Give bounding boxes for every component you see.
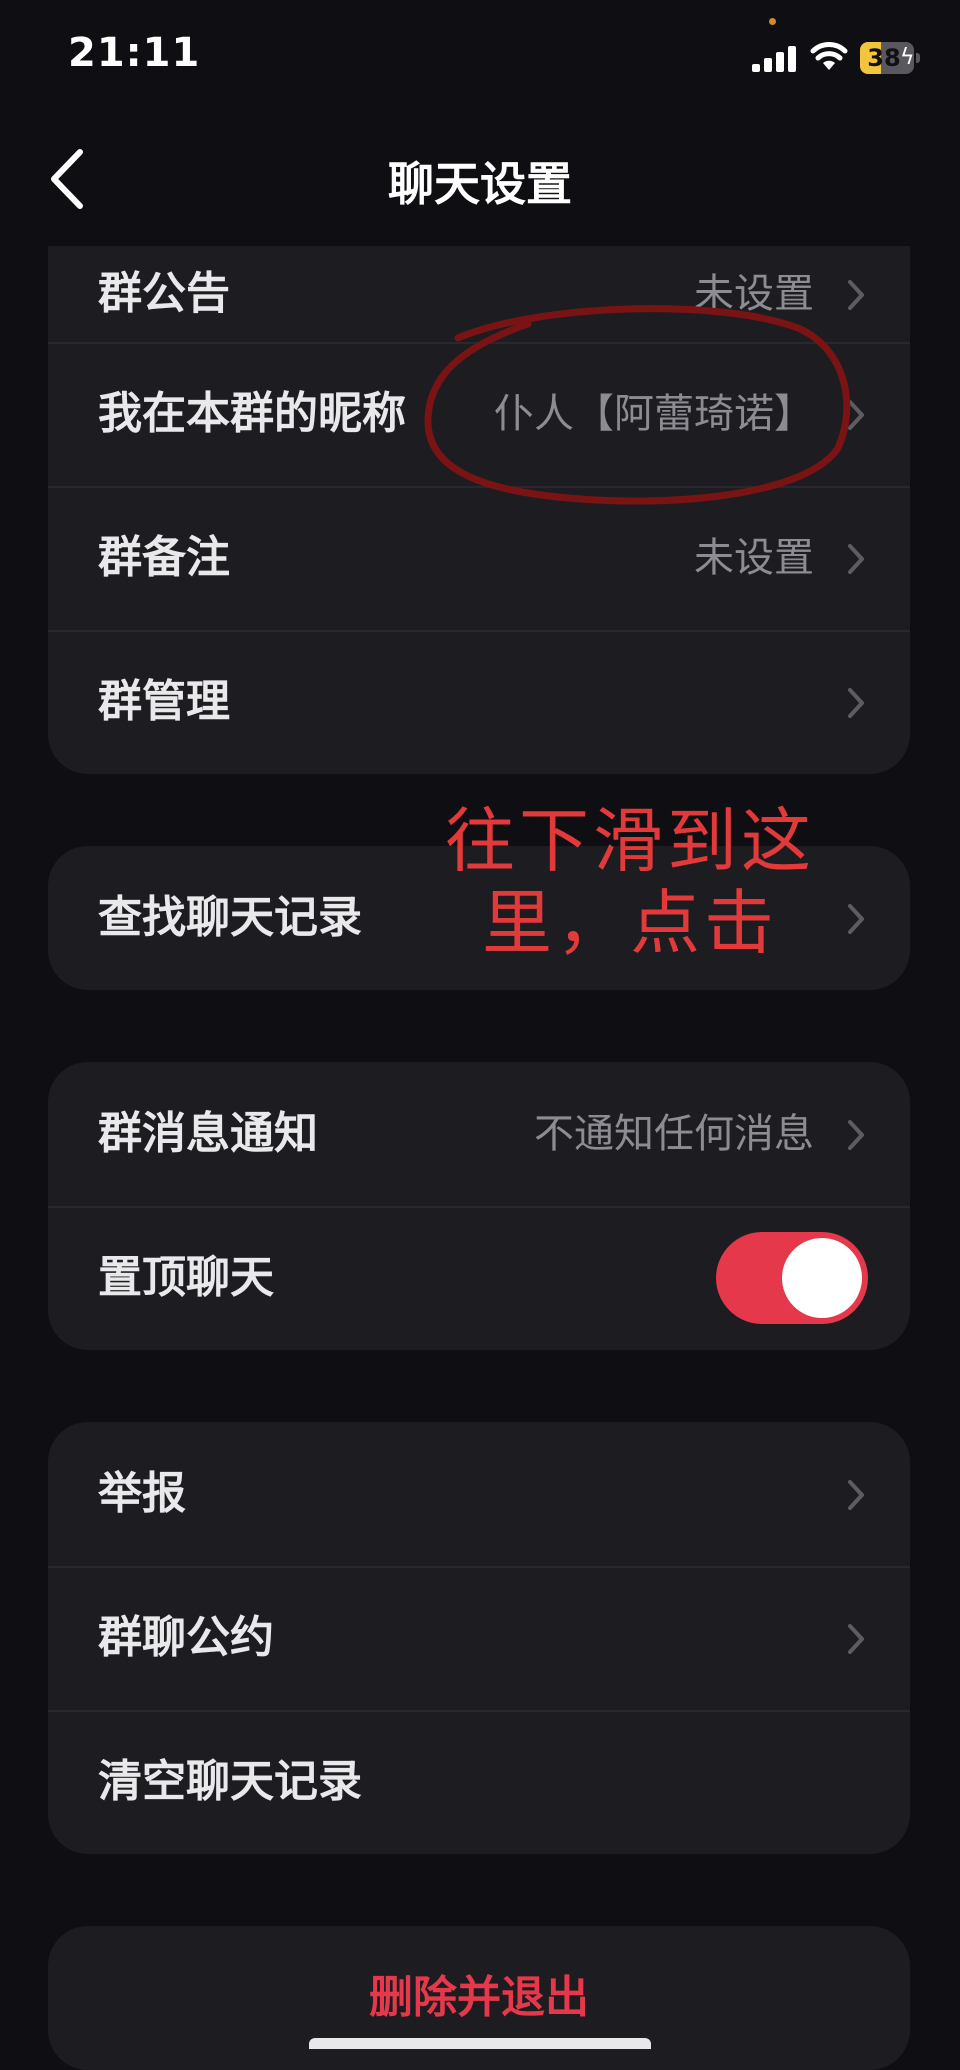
row-label: 我在本群的昵称 <box>98 388 406 439</box>
pin-chat-toggle[interactable] <box>716 1232 868 1324</box>
home-indicator <box>309 2038 651 2049</box>
status-bar: 21:11 38 ϟ <box>0 0 960 110</box>
group-remark-row[interactable]: 群备注 未设置 <box>48 486 910 630</box>
chevron-right-icon <box>848 1624 864 1654</box>
group-convention-row[interactable]: 群聊公约 <box>48 1566 910 1710</box>
group-message-notification-row[interactable]: 群消息通知 不通知任何消息 <box>48 1062 910 1206</box>
row-label: 置顶聊天 <box>98 1252 274 1303</box>
page-title: 聊天设置 <box>388 157 572 211</box>
chevron-right-icon <box>848 1120 864 1150</box>
cellular-signal-icon <box>752 46 796 72</box>
privacy-indicator-icon <box>769 18 776 25</box>
annotation-line-2: 里，点击 <box>482 882 778 964</box>
group-info-card: 群公告 未设置 我在本群的昵称 仆人【阿蕾琦诺】 群备注 未设置 群管理 <box>48 246 910 774</box>
toggle-knob <box>782 1238 862 1318</box>
group-management-row[interactable]: 群管理 <box>48 630 910 774</box>
my-group-nickname-row[interactable]: 我在本群的昵称 仆人【阿蕾琦诺】 <box>48 342 910 486</box>
row-label: 清空聊天记录 <box>98 1756 362 1807</box>
row-label: 群公告 <box>98 268 230 319</box>
row-value: 不通知任何消息 <box>534 1111 814 1157</box>
status-time: 21:11 <box>68 30 201 76</box>
annotation-line-1: 往下滑到这 <box>445 800 815 882</box>
row-label: 群备注 <box>98 532 230 583</box>
annotation-instruction: 往下滑到这 里，点击 <box>440 800 820 964</box>
notification-card: 群消息通知 不通知任何消息 置顶聊天 <box>48 1062 910 1350</box>
clear-chat-history-row[interactable]: 清空聊天记录 <box>48 1710 910 1854</box>
row-label: 举报 <box>98 1468 186 1519</box>
row-label: 群管理 <box>98 676 230 727</box>
group-announcement-row[interactable]: 群公告 未设置 <box>48 246 910 342</box>
battery-icon: 38 ϟ <box>860 42 924 74</box>
chevron-right-icon <box>848 544 864 574</box>
report-card: 举报 群聊公约 清空聊天记录 <box>48 1422 910 1854</box>
pin-chat-row: 置顶聊天 <box>48 1206 910 1350</box>
report-row[interactable]: 举报 <box>48 1422 910 1566</box>
row-value: 仆人【阿蕾琦诺】 <box>494 391 814 437</box>
row-label: 查找聊天记录 <box>98 892 362 943</box>
chevron-right-icon <box>848 280 864 310</box>
row-label: 群消息通知 <box>98 1108 318 1159</box>
chevron-right-icon <box>848 688 864 718</box>
row-label: 群聊公约 <box>98 1612 274 1663</box>
row-value: 未设置 <box>694 535 814 581</box>
chevron-right-icon <box>848 1480 864 1510</box>
wifi-icon <box>810 42 848 70</box>
chevron-right-icon <box>848 400 864 430</box>
chevron-right-icon <box>848 904 864 934</box>
navigation-bar: 聊天设置 <box>0 120 960 240</box>
charging-bolt-icon: ϟ <box>900 45 915 70</box>
row-value: 未设置 <box>694 271 814 317</box>
